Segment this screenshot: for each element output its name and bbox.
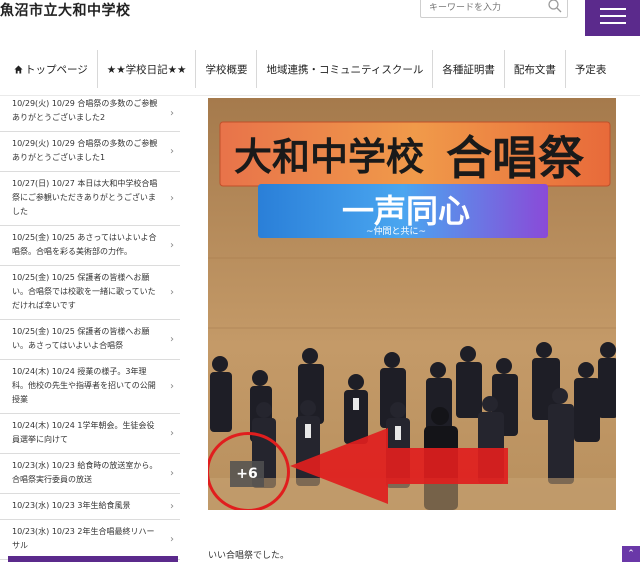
- nav-item-label: 予定表: [574, 63, 607, 76]
- chevron-right-icon: ›: [170, 533, 174, 545]
- back-to-top-icon[interactable]: ⌃: [622, 546, 640, 562]
- chevron-right-icon: ›: [170, 333, 174, 345]
- nav-item-label: 配布文書: [513, 63, 556, 76]
- search-icon[interactable]: [547, 0, 563, 14]
- global-nav: トップページ ★★学校日記★★ 学校概要 地域連携・コミュニティスクール 各種証…: [0, 50, 640, 88]
- sidebar-item[interactable]: 10/29(火) 10/29 合唱祭の多数のご参観ありがとうございました1 ›: [0, 132, 180, 172]
- sidebar-item[interactable]: 10/23(水) 10/23 給食時の放送室から。合唱祭実行委員の放送 ›: [0, 454, 180, 494]
- sidebar-item[interactable]: 10/25(金) 10/25 あさってはいよいよ合唱祭。合唱を彩る美術部の力作。…: [0, 226, 180, 266]
- nav-item-school-diary[interactable]: ★★学校日記★★: [98, 50, 197, 88]
- sidebar-item[interactable]: 10/27(日) 10/27 本日は大和中学校合唱祭にご参観いただきありがとうご…: [0, 172, 180, 226]
- nav-item-top-page[interactable]: トップページ: [0, 50, 98, 88]
- highlight-circle: [208, 432, 290, 510]
- chevron-right-icon: ›: [170, 500, 174, 512]
- nav-item-label: ★★学校日記★★: [106, 63, 187, 76]
- nav-item-documents[interactable]: 配布文書: [505, 50, 566, 88]
- chevron-right-icon: ›: [170, 380, 174, 392]
- chevron-right-icon: ›: [170, 192, 174, 204]
- sidebar-item[interactable]: 10/24(木) 10/24 授業の様子。3年理科。他校の先生や指導者を招いての…: [0, 360, 180, 414]
- sidebar-item[interactable]: 10/29(火) 10/29 合唱祭の多数のご参観ありがとうございました2 ›: [0, 96, 180, 132]
- chevron-right-icon: ›: [170, 239, 174, 251]
- sidebar-item-label: 10/23(水) 10/23 給食時の放送室から。合唱祭実行委員の放送: [12, 461, 158, 484]
- sidebar-recent-posts: 10/29(火) 10/29 合唱祭の多数のご参観ありがとうございました2 › 1…: [0, 96, 180, 560]
- nav-item-label: 学校概要: [205, 63, 248, 76]
- chevron-right-icon: ›: [170, 467, 174, 479]
- post-photo[interactable]: 大和中学校 合唱祭 一声同心 ~仲間と共に~ +6: [208, 98, 616, 510]
- sidebar-item[interactable]: 10/23(水) 10/23 2年生合唱最終リハーサル ›: [0, 520, 180, 560]
- chevron-right-icon: ›: [170, 145, 174, 157]
- sidebar-item-label: 10/23(水) 10/23 3年生給食風景: [12, 501, 131, 510]
- sidebar-item-label: 10/23(水) 10/23 2年生合唱最終リハーサル: [12, 527, 155, 550]
- nav-item-schedule[interactable]: 予定表: [566, 50, 616, 88]
- search-input[interactable]: [421, 0, 541, 19]
- search-box[interactable]: [420, 0, 568, 19]
- sidebar-item[interactable]: 10/23(水) 10/23 3年生給食風景 ›: [0, 494, 180, 520]
- site-title[interactable]: 魚沼市立大和中学校: [0, 0, 131, 20]
- sidebar-item-label: 10/24(木) 10/24 授業の様子。3年理科。他校の先生や指導者を招いての…: [12, 367, 156, 404]
- sidebar-item-label: 10/25(金) 10/25 保護者の皆様へお願い。合唱祭では校歌を一緒に歌って…: [12, 273, 156, 310]
- sidebar-item-label: 10/25(金) 10/25 あさってはいよいよ合唱祭。合唱を彩る美術部の力作。: [12, 233, 157, 256]
- sidebar-item-label: 10/25(金) 10/25 保護者の皆様へお願い。あさってはいよいよ合唱祭: [12, 327, 150, 350]
- chevron-right-icon: ›: [170, 427, 174, 439]
- sidebar-item[interactable]: 10/24(木) 10/24 1学年朝会。生徒会役員選挙に向けて ›: [0, 414, 180, 454]
- sidebar-item[interactable]: 10/25(金) 10/25 保護者の皆様へお願い。あさってはいよいよ合唱祭 ›: [0, 320, 180, 360]
- nav-item-label: 各種証明書: [442, 63, 495, 76]
- hamburger-menu-icon[interactable]: [585, 0, 640, 36]
- sidebar-item-label: 10/29(火) 10/29 合唱祭の多数のご参観ありがとうございました1: [12, 139, 158, 162]
- nav-item-label: トップページ: [25, 63, 88, 76]
- banner-subtitle: ~仲間と共に~: [366, 225, 426, 237]
- banner-school-name: 大和中学校: [234, 135, 424, 179]
- chevron-right-icon: ›: [170, 286, 174, 298]
- post-caption: いい合唱祭でした。: [208, 551, 290, 561]
- banner-slogan: 一声同心: [342, 192, 470, 230]
- sidebar-item-label: 10/29(火) 10/29 合唱祭の多数のご参観ありがとうございました2: [12, 99, 158, 122]
- sidebar-item-label: 10/24(木) 10/24 1学年朝会。生徒会役員選挙に向けて: [12, 421, 155, 444]
- sidebar-item[interactable]: 10/25(金) 10/25 保護者の皆様へお願い。合唱祭では校歌を一緒に歌って…: [0, 266, 180, 320]
- banner-event-name: 合唱祭: [446, 131, 585, 185]
- chevron-right-icon: ›: [170, 107, 174, 119]
- nav-item-certificates[interactable]: 各種証明書: [433, 50, 505, 88]
- sidebar-item-label: 10/27(日) 10/27 本日は大和中学校合唱祭にご参観いただきありがとうご…: [12, 179, 158, 216]
- nav-item-school-overview[interactable]: 学校概要: [196, 50, 258, 88]
- nav-item-community[interactable]: 地域連携・コミュニティスクール: [257, 50, 434, 88]
- sidebar-footer-bar: [8, 556, 178, 562]
- nav-item-label: 地域連携・コミュニティスクール: [266, 63, 424, 76]
- home-icon: [14, 64, 23, 74]
